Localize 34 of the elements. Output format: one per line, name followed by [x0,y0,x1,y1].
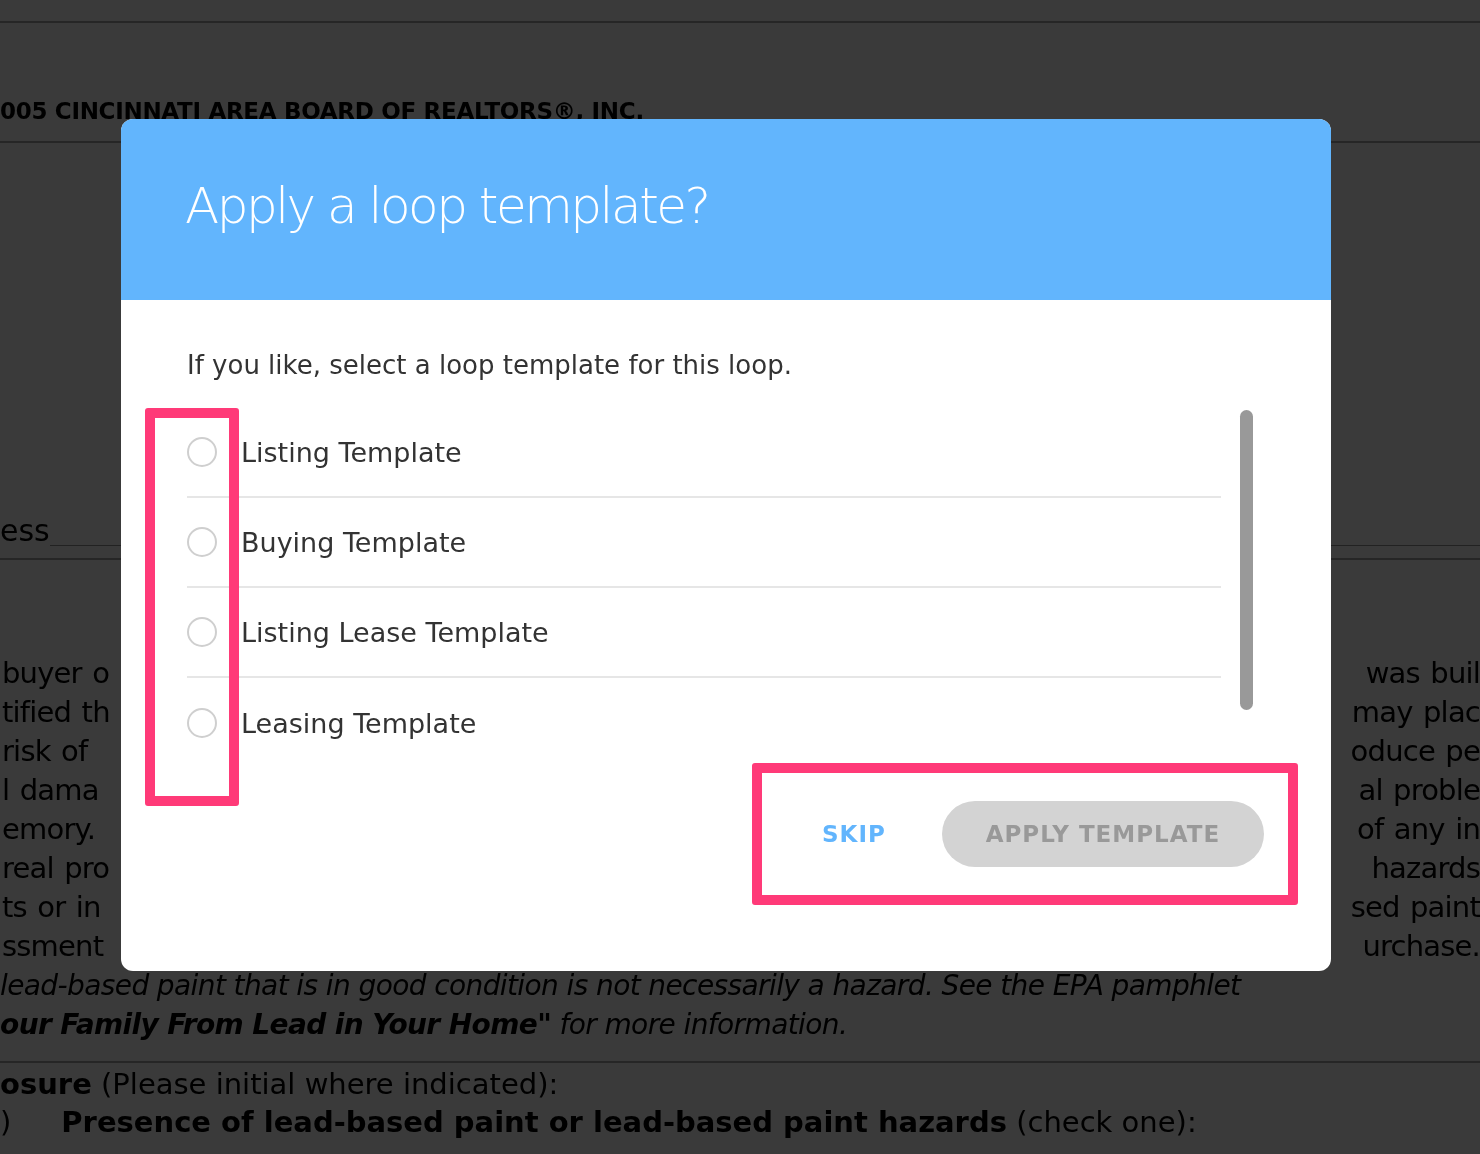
radio-button[interactable] [187,617,217,647]
paragraph-text: risk of [2,733,88,770]
item-number: ) [0,1104,12,1141]
option-label[interactable]: Listing Template [241,436,462,468]
field-label: ess [0,514,50,548]
paragraph-text: real pro [2,850,110,887]
prompt-text: If you like, select a loop template for this loop. [187,349,793,382]
document-header: 005 CINCINNATI AREA BOARD OF REALTORS®, INC. [0,97,645,125]
paragraph-text: of any in [1357,811,1480,848]
paragraph-text: tified th [2,694,110,731]
radio-button[interactable] [187,527,217,557]
radio-button[interactable] [187,708,217,738]
note-text: our Family From Lead in Your Home" for more information. [0,1007,849,1043]
note-text: lead-based paint that is in good condition is not necessarily a hazard. See the EPA pamphlet [0,968,1243,1004]
option-label[interactable]: Buying Template [241,526,467,558]
paragraph-text: was buil [1365,655,1480,692]
paragraph-text: urchase. [1362,928,1480,965]
dialog-title: Apply a loop template? [185,176,709,235]
disclosure-heading: osure (Please initial where indicated): [0,1066,560,1103]
paragraph-text: buyer o [2,655,110,692]
radio-button[interactable] [187,437,217,467]
paragraph-text: ssment [2,928,104,965]
paragraph-text: may plac [1351,694,1480,731]
paragraph-text: emory. [2,811,96,848]
paragraph-text: al proble [1358,772,1480,809]
scrollbar[interactable] [1240,410,1253,710]
paragraph-text: ts or in [2,889,101,926]
option-label[interactable]: Leasing Template [241,707,477,739]
paragraph-text: l dama [2,772,99,809]
paragraph-text: hazards [1371,850,1480,887]
paragraph-text: oduce pe [1350,733,1480,770]
disclosure-item-text: Presence of lead-based paint or lead-based paint hazards (check one): [61,1104,1197,1141]
paragraph-text: sed paint [1350,889,1480,926]
option-label[interactable]: Listing Lease Template [241,616,549,648]
